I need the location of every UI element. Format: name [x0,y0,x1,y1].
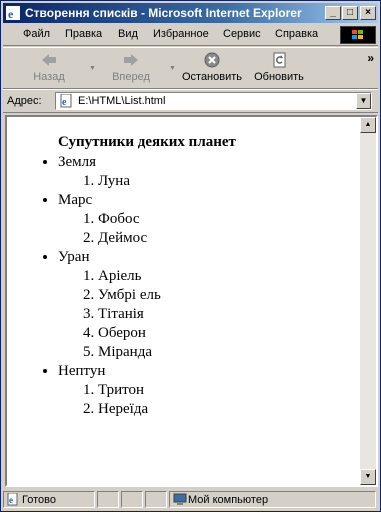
moon-item: Тітанія [98,305,161,324]
zone-pane: Мой компьютер [169,491,376,508]
back-dropdown-icon[interactable]: ▼ [89,65,96,72]
back-arrow-icon [42,54,56,66]
status-pane-2 [97,491,119,508]
moon-list: ФобосДеймос [58,210,161,248]
menu-edit[interactable]: Правка [65,28,102,40]
page-icon: e [60,94,72,108]
stop-icon [204,52,220,68]
planet-name: Марс [58,192,93,208]
planet-item: Марс ФобосДеймос [58,191,161,248]
minimize-button[interactable]: _ [325,6,341,20]
maximize-button[interactable]: □ [342,6,358,20]
planet-name: Земля [58,154,97,170]
moon-list: АріельУмбрі ельТітаніяОберонМіранда [58,267,161,362]
refresh-button[interactable]: Обновить [251,51,307,85]
status-pane-4 [145,491,167,508]
moon-item: Оберон [98,324,161,343]
address-bar: Адрес: e E:\HTML\List.html ▼ [3,89,378,113]
menu-favorites[interactable]: Избранное [153,28,209,40]
toolbar-overflow-icon[interactable]: » [367,51,374,65]
menu-tools[interactable]: Сервис [223,28,261,40]
back-button[interactable]: Назад [25,51,73,85]
refresh-icon [273,52,286,68]
svg-text:e: e [62,97,67,108]
address-label: Адрес: [7,95,42,107]
address-field[interactable]: e E:\HTML\List.html ▼ [55,92,372,110]
moon-list: ТритонНереїда [58,381,161,419]
menu-help[interactable]: Справка [275,28,318,40]
moon-item: Фобос [98,210,161,229]
moon-item: Умбрі ель [98,286,161,305]
status-pane: e Готово [3,491,95,508]
ie-logo-icon: e [6,6,20,20]
planet-name: Уран [58,249,90,265]
planet-item: Нептун ТритонНереїда [58,362,161,419]
moon-item: Деймос [98,229,161,248]
address-value: E:\HTML\List.html [78,95,166,107]
address-dropdown-button[interactable]: ▼ [356,93,371,109]
scroll-down-button[interactable]: ▼ [360,469,376,485]
toolbar: Назад ▼ Вперед ▼ Остановить Обновить » [3,47,378,89]
status-text: Готово [22,494,56,506]
planet-item: Уран АріельУмбрі ельТітаніяОберонМіранда [58,248,161,362]
status-bar: e Готово Мой компьютер [3,490,378,510]
svg-text:e: e [8,7,14,20]
page-status-icon: e [7,493,18,506]
menu-bar: Файл Правка Вид Избранное Сервис Справка [3,25,378,46]
planet-name: Нептун [58,363,106,379]
page-content: Супутники деяких планет ЗемляЛунаМарсФоб… [5,115,378,487]
scroll-up-button[interactable]: ▲ [360,117,376,133]
window-title: Створення списків - Microsoft Internet E… [25,6,302,20]
browser-window: e Створення списків - Microsoft Internet… [0,0,381,512]
moon-item: Аріель [98,267,161,286]
planet-list: ЗемляЛунаМарсФобосДеймосУранАріельУмбрі … [7,153,161,419]
computer-icon [173,493,187,505]
menu-file[interactable]: Файл [23,28,50,40]
stop-button[interactable]: Остановить [179,51,245,85]
windows-logo-icon [340,26,376,44]
vertical-scrollbar[interactable]: ▲ ▼ [360,117,376,485]
svg-text:e: e [9,495,13,505]
planet-item: ЗемляЛуна [58,153,161,191]
forward-button[interactable]: Вперед [105,51,157,85]
status-pane-3 [121,491,143,508]
zone-text: Мой компьютер [188,494,269,506]
moon-item: Луна [98,172,161,191]
moon-item: Міранда [98,343,161,362]
moon-item: Нереїда [98,400,161,419]
page-heading: Супутники деяких планет [58,134,236,150]
forward-arrow-icon [124,54,138,66]
moon-list: Луна [58,172,161,191]
close-button[interactable]: × [360,6,376,20]
moon-item: Тритон [98,381,161,400]
document: Супутники деяких планет ЗемляЛунаМарсФоб… [7,117,360,485]
title-bar[interactable]: e Створення списків - Microsoft Internet… [3,3,378,23]
menu-view[interactable]: Вид [118,28,138,40]
forward-dropdown-icon[interactable]: ▼ [169,65,176,72]
